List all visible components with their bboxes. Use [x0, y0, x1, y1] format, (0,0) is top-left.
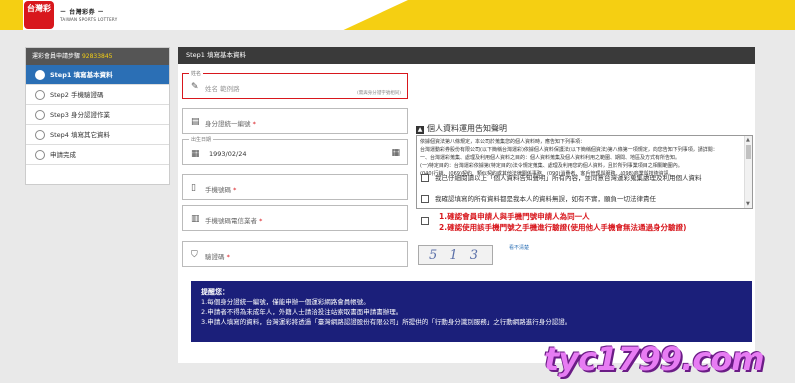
- confirm-data-label: 我確認填寫的所有資料都是我本人的資料無誤，如有不實，願負一切法律責任: [435, 195, 656, 203]
- radio-icon: [35, 90, 45, 100]
- step-3[interactable]: Step3 身分認證作業: [26, 105, 169, 125]
- name-field[interactable]: 姓名 ✎ 姓名 範例路 (需與身分證字號相同): [182, 70, 408, 99]
- notice-line: 2.申請者不得為未成年人，外籍人士請洽投注站索取書面申請書辦理。: [201, 308, 403, 316]
- radio-icon: [35, 70, 45, 80]
- brand-name: ㄧ 台灣彩券 ㄧ: [60, 9, 105, 16]
- notice-line: 1.每個身分證統一編號，僅能申辦一個運彩網路會員帳號。: [201, 298, 370, 306]
- notice-box: 提醒您： 1.每個身分證統一編號，僅能申辦一個運彩網路會員帳號。 2.申請者不得…: [191, 281, 752, 342]
- scroll-up-icon[interactable]: ▲: [746, 136, 750, 144]
- user-icon: ▲: [416, 126, 424, 134]
- sidebar-title: 運彩會員申請步驟 92833845: [26, 48, 169, 65]
- step-label: Step4 填寫其它資料: [50, 131, 111, 139]
- step-label: Step2 手機驗證碼: [50, 91, 104, 99]
- warning-line-1: 1.確認會員申請人與手機門號申請人為同一人: [439, 212, 590, 221]
- id-number-field[interactable]: ▤ 身分證統一編號 *: [182, 108, 408, 134]
- checkbox-icon[interactable]: [421, 217, 429, 225]
- brand-logo[interactable]: 台灣彩: [24, 1, 54, 29]
- sidebar-title-text: 運彩會員申請步驟: [32, 53, 81, 60]
- step-1[interactable]: Step1 填寫基本資料: [26, 65, 169, 85]
- scrollbar[interactable]: ▲ ▼: [744, 136, 752, 208]
- name-placeholder: 姓名 範例路: [205, 85, 240, 93]
- mobile-placeholder: 手機號碼: [205, 186, 231, 194]
- header-stripe: [0, 0, 23, 30]
- page: 台灣彩 ㄧ 台灣彩券 ㄧ TAIWAN SPORTS LOTTERY 運彩會員申…: [0, 0, 795, 383]
- notice-line: 3.申請人填寫的資料，台灣運彩將透過「臺灣網路認證股份有限公司」所提供的「行動身…: [201, 318, 572, 326]
- radio-icon: [35, 130, 45, 140]
- mobile-icon: ▯: [191, 183, 196, 193]
- captcha-image: 5 1 3 4 0: [418, 245, 493, 265]
- checkbox-icon[interactable]: [421, 174, 429, 182]
- step-2[interactable]: Step2 手機驗證碼: [26, 85, 169, 105]
- confirm-phone-checkbox[interactable]: [421, 217, 435, 225]
- step-label: 申請完成: [50, 151, 76, 159]
- notice-title: 提醒您：: [201, 288, 229, 296]
- building-icon: ▥: [191, 214, 200, 224]
- agree-privacy-checkbox[interactable]: 我已仔細閱讀以上「個人資料告知聲明」所有內容，並同意台灣運彩蒐集處理及利用個人資…: [421, 172, 702, 182]
- radio-icon: [35, 150, 45, 160]
- privacy-title-text: 個人資料運用告知聲明: [427, 124, 507, 133]
- panel-title: Step1 填寫基本資料: [178, 47, 755, 64]
- id-number-placeholder: 身分證統一編號: [205, 120, 251, 128]
- mobile-field[interactable]: ▯ 手機號碼 *: [182, 174, 408, 200]
- main-panel: Step1 填寫基本資料 姓名 ✎ 姓名 範例路 (需與身分證字號相同) ▤ 身…: [178, 47, 755, 363]
- birthday-field[interactable]: 出生日期 ▦ 1993/02/24 ▦: [182, 136, 408, 165]
- captcha-placeholder: 驗證碼: [205, 253, 225, 261]
- id-card-icon: ▤: [191, 117, 200, 127]
- header-band: [343, 0, 795, 30]
- checkbox-icon[interactable]: [421, 195, 429, 203]
- confirm-data-checkbox[interactable]: 我確認填寫的所有資料都是我本人的資料無誤，如有不實，願負一切法律責任: [421, 193, 656, 203]
- brand-name-en: TAIWAN SPORTS LOTTERY: [60, 17, 118, 22]
- watermark: tyc1799.com: [544, 340, 765, 378]
- birthday-value: 1993/02/24: [209, 150, 247, 158]
- telecom-placeholder: 手機號碼電信業者: [205, 217, 257, 225]
- name-field-label: 姓名: [189, 70, 204, 77]
- radio-icon: [35, 110, 45, 120]
- shield-check-icon: ⛉: [191, 250, 198, 260]
- captcha-field[interactable]: ⛉ 驗證碼 *: [182, 241, 408, 267]
- scroll-down-icon[interactable]: ▼: [746, 200, 750, 208]
- telecom-field[interactable]: ▥ 手機號碼電信業者 *: [182, 205, 408, 231]
- step-label: Step3 身分認證作業: [50, 111, 111, 119]
- step-sidebar: 運彩會員申請步驟 92833845 Step1 填寫基本資料 Step2 手機驗…: [25, 47, 170, 185]
- scroll-thumb[interactable]: [746, 145, 751, 159]
- sidebar-code: 92833845: [81, 53, 113, 60]
- calendar-icon[interactable]: ▦: [391, 148, 400, 158]
- captcha-refresh-link[interactable]: 看不清楚: [509, 244, 529, 251]
- calendar-small-icon: ▦: [191, 149, 200, 159]
- step-4[interactable]: Step4 填寫其它資料: [26, 125, 169, 145]
- pencil-icon: ✎: [191, 82, 199, 92]
- birthday-label: 出生日期: [189, 136, 214, 143]
- warning-line-2: 2.確認使用該手機門號之手機進行驗證(使用他人手機會無法通過身分驗證): [439, 223, 687, 232]
- privacy-title: ▲ 個人資料運用告知聲明: [416, 123, 507, 134]
- site-header: 台灣彩 ㄧ 台灣彩券 ㄧ TAIWAN SPORTS LOTTERY: [0, 0, 795, 30]
- step-label: Step1 填寫基本資料: [50, 71, 113, 79]
- agree-privacy-label: 我已仔細閱讀以上「個人資料告知聲明」所有內容，並同意台灣運彩蒐集處理及利用個人資…: [435, 174, 702, 182]
- name-hint: (需與身分證字號相同): [356, 91, 401, 96]
- step-complete[interactable]: 申請完成: [26, 145, 169, 165]
